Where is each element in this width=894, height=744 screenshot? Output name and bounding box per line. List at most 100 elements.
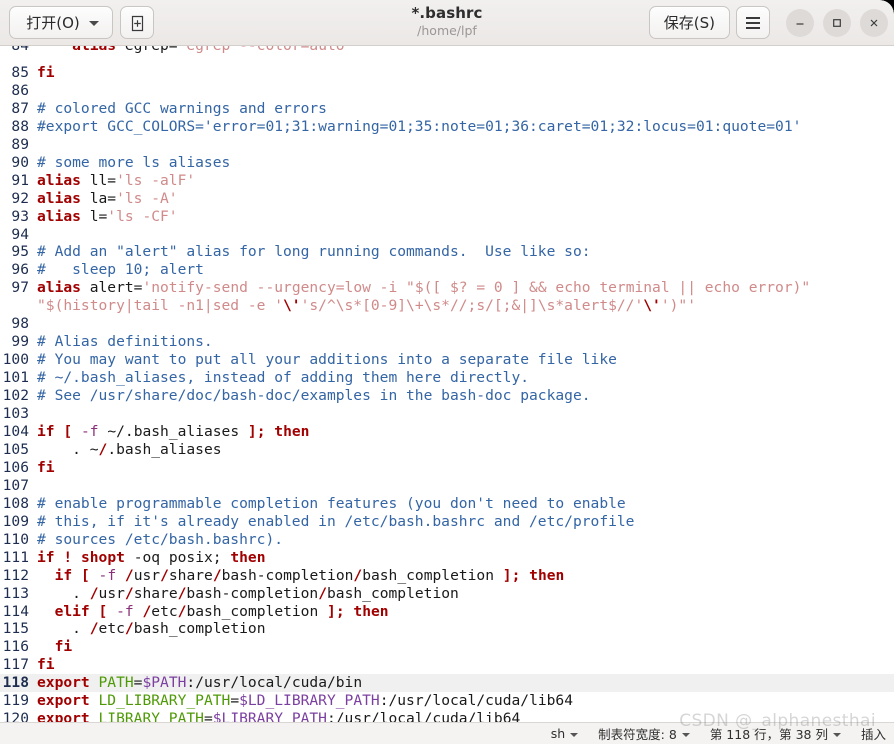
code-line-text[interactable]: if [ -f ~/.bash_aliases ]; then — [33, 423, 894, 441]
save-button[interactable]: 保存(S) — [648, 6, 730, 39]
code-line[interactable]: 120 export LIBRARY_PATH=$LIBRARY_PATH:/us… — [0, 710, 894, 722]
code-line-text[interactable]: # sleep 10; alert — [33, 261, 894, 279]
minimize-icon — [796, 22, 804, 25]
code-line[interactable]: 98 — [0, 315, 894, 333]
code-line-text[interactable]: if [ -f /usr/share/bash-completion/bash_… — [33, 567, 894, 585]
code-line-text[interactable]: . /etc/bash_completion — [33, 620, 894, 638]
code-line-text[interactable]: # Alias definitions. — [33, 333, 894, 351]
text-editor-area[interactable]: 84 alias egrep='egrep --color=auto'85fi8… — [0, 46, 894, 722]
code-line-text[interactable]: alias l='ls -CF' — [33, 208, 894, 226]
code-token: / — [353, 566, 363, 584]
code-line[interactable]: 114 elif [ -f /etc/bash_completion ]; th… — [0, 603, 894, 621]
minimize-button[interactable] — [786, 8, 814, 37]
code-line-text[interactable]: elif [ -f /etc/bash_completion ]; then — [33, 603, 894, 621]
line-number: 120 — [2, 710, 29, 722]
code-line-text[interactable]: export LIBRARY_PATH=$LIBRARY_PATH:/usr/l… — [33, 710, 894, 722]
code-line[interactable]: 106 fi — [0, 459, 894, 477]
code-line-text[interactable]: # See /usr/share/doc/bash-doc/examples i… — [33, 387, 894, 405]
code-line-text[interactable]: # colored GCC warnings and errors — [33, 100, 894, 118]
code-line[interactable]: 91 alias ll='ls -alF' — [0, 172, 894, 190]
code-line-text[interactable]: export PATH=$PATH:/usr/local/cuda/bin — [33, 674, 894, 692]
maximize-button[interactable] — [823, 8, 851, 37]
code-line[interactable]: 85 fi — [0, 64, 894, 82]
code-line-text[interactable]: # You may want to put all your additions… — [33, 351, 894, 369]
code-line[interactable]: 92 alias la='ls -A' — [0, 190, 894, 208]
code-line-text[interactable]: fi — [33, 656, 894, 674]
code-line[interactable]: 93 alias l='ls -CF' — [0, 208, 894, 226]
line-number: 97 — [11, 279, 29, 297]
code-line[interactable]: 107 — [0, 477, 894, 495]
code-token: bash_completion — [133, 620, 266, 638]
code-line[interactable]: 88 #export GCC_COLORS='error=01;31:warnin… — [0, 118, 894, 136]
code-line-text[interactable]: . /usr/share/bash-completion/bash_comple… — [33, 585, 894, 603]
code-line-text[interactable]: fi — [33, 459, 894, 477]
code-line[interactable]: 89 — [0, 136, 894, 154]
code-line[interactable]: 111 if ! shopt -oq posix; then — [0, 549, 894, 567]
code-line-text[interactable]: alias alert='notify-send --urgency=low -… — [33, 279, 894, 315]
code-line[interactable]: 102 # See /usr/share/doc/bash-doc/example… — [0, 387, 894, 405]
code-line[interactable]: 100 # You may want to put all your additi… — [0, 351, 894, 369]
code-line-text[interactable]: # sources /etc/bash.bashrc). — [33, 531, 894, 549]
code-token: then — [230, 548, 266, 566]
code-line-text[interactable]: alias la='ls -A' — [33, 190, 894, 208]
code-token: alias — [37, 207, 81, 225]
code-line-text[interactable]: . ~/.bash_aliases — [33, 441, 894, 459]
code-line-text[interactable]: # ~/.bash_aliases, instead of adding the… — [33, 369, 894, 387]
cursor-position-selector[interactable]: 第 118 行，第 38 列 — [710, 724, 841, 743]
code-line[interactable]: 86 — [0, 82, 894, 100]
open-button[interactable]: 打开(O) — [9, 6, 113, 39]
tab-width-selector[interactable]: 制表符宽度: 8 — [598, 724, 690, 743]
code-line[interactable]: 109 # this, if it's already enabled in /e… — [0, 513, 894, 531]
code-line[interactable]: 105 . ~/.bash_aliases — [0, 441, 894, 459]
code-token: if — [37, 548, 55, 566]
code-line-text[interactable]: if ! shopt -oq posix; then — [33, 549, 894, 567]
code-line-text[interactable]: # this, if it's already enabled in /etc/… — [33, 513, 894, 531]
code-line-text[interactable]: # enable programmable completion feature… — [33, 495, 894, 513]
insert-mode-label: 插入 — [860, 727, 886, 742]
insert-mode-indicator: 插入 — [861, 724, 886, 743]
code-line[interactable]: 110 # sources /etc/bash.bashrc). — [0, 531, 894, 549]
code-line-text[interactable]: # Add an "alert" alias for long running … — [33, 243, 894, 261]
code-line-text[interactable]: export LD_LIBRARY_PATH=$LD_LIBRARY_PATH:… — [33, 692, 894, 710]
code-line[interactable]: 95 # Add an "alert" alias for long runnin… — [0, 243, 894, 261]
code-token: -oq posix; — [124, 548, 231, 566]
code-line[interactable]: 116 fi — [0, 638, 894, 656]
code-line[interactable]: 96 # sleep 10; alert — [0, 261, 894, 279]
line-number: 102 — [2, 387, 29, 405]
code-line[interactable]: 103 — [0, 405, 894, 423]
code-line-text[interactable]: alias egrep='egrep --color=auto' — [33, 46, 894, 55]
code-line[interactable]: 90 # some more ls aliases — [0, 154, 894, 172]
code-line-text[interactable]: alias ll='ls -alF' — [33, 172, 894, 190]
code-line[interactable]: 112 if [ -f /usr/share/bash-completion/b… — [0, 567, 894, 585]
code-token: ~/.bash_aliases — [98, 423, 248, 440]
code-token: -f — [98, 566, 117, 584]
code-line-text[interactable]: #export GCC_COLORS='error=01;31:warning=… — [33, 118, 894, 136]
code-line[interactable]: 94 — [0, 226, 894, 244]
line-number: 89 — [11, 135, 29, 153]
code-line-text[interactable]: fi — [33, 638, 894, 656]
language-selector[interactable]: sh — [551, 726, 579, 741]
code-token: alias — [72, 46, 116, 54]
code-token: fi — [54, 638, 73, 656]
code-line[interactable]: 119 export LD_LIBRARY_PATH=$LD_LIBRARY_PA… — [0, 692, 894, 710]
code-line-text[interactable]: # some more ls aliases — [33, 154, 894, 172]
new-document-button[interactable] — [120, 6, 154, 39]
menu-button[interactable] — [736, 6, 770, 39]
code-line[interactable]: 84 alias egrep='egrep --color=auto' — [0, 46, 894, 64]
code-line[interactable]: 115 . /etc/bash_completion — [0, 620, 894, 638]
window-controls — [786, 8, 888, 37]
code-line[interactable]: 99 # Alias definitions. — [0, 333, 894, 351]
code-line[interactable]: 113 . /usr/share/bash-completion/bash_co… — [0, 585, 894, 603]
code-line[interactable]: 101 # ~/.bash_aliases, instead of adding … — [0, 369, 894, 387]
code-line[interactable]: 104 if [ -f ~/.bash_aliases ]; then — [0, 423, 894, 441]
code-line[interactable]: 117 fi — [0, 656, 894, 674]
code-line[interactable]: 97 alias alert='notify-send --urgency=low… — [0, 279, 894, 315]
code-line[interactable]: 118 export PATH=$PATH:/usr/local/cuda/bin — [0, 674, 894, 693]
code-line[interactable]: 87 # colored GCC warnings and errors — [0, 100, 894, 118]
code-line-text[interactable]: fi — [33, 64, 894, 82]
hamburger-menu-icon — [746, 16, 760, 29]
code-line[interactable]: 108 # enable programmable completion feat… — [0, 495, 894, 513]
code-token: .bash_aliases — [107, 440, 222, 458]
chevron-down-icon — [88, 21, 99, 26]
